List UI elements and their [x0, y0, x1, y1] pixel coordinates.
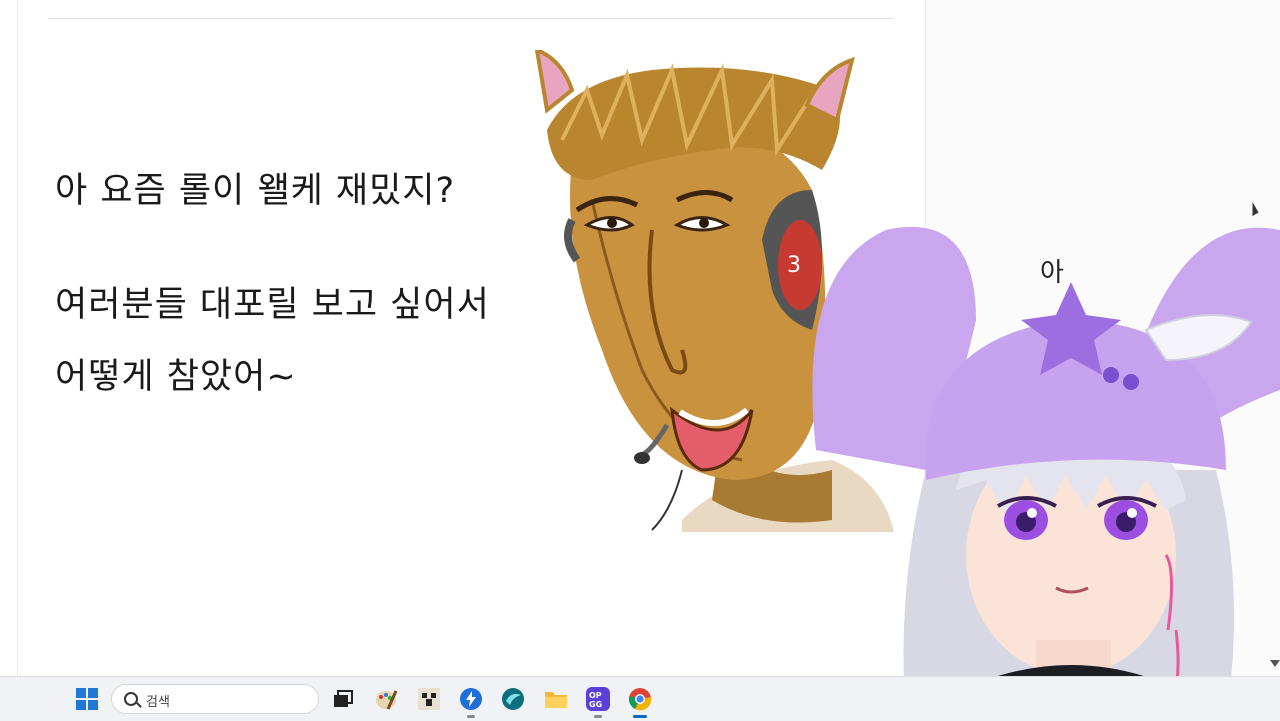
- svg-text:GG: GG: [589, 700, 602, 709]
- taskbar: 검색 OP GG: [0, 676, 1280, 721]
- search-placeholder: 검색: [146, 695, 170, 710]
- file-explorer-icon[interactable]: [541, 684, 571, 714]
- paint-icon[interactable]: [371, 684, 401, 714]
- svg-text:OP: OP: [589, 691, 602, 700]
- taskbar-search-box[interactable]: 검색: [111, 684, 319, 714]
- minecraft-icon[interactable]: [414, 684, 444, 714]
- app-swirl-icon[interactable]: [498, 684, 528, 714]
- search-icon: [124, 692, 138, 706]
- text-line-1: 아 요즘 롤이 왤케 재밌지?: [55, 171, 456, 211]
- page-top-rule: [48, 18, 894, 19]
- text-line-3: 어떻게 참았어~: [55, 357, 297, 397]
- svg-text:3: 3: [787, 253, 801, 278]
- app-blue-bolt-icon[interactable]: [456, 684, 486, 718]
- text-line-2: 여러분들 대포릴 보고 싶어서: [55, 285, 490, 325]
- task-view-icon[interactable]: [328, 684, 358, 714]
- windows-start-icon[interactable]: [72, 684, 102, 714]
- page-margin-line: [17, 0, 18, 676]
- vtuber-avatar: [812, 226, 1280, 720]
- chrome-icon[interactable]: [625, 684, 655, 718]
- opgg-icon[interactable]: OP GG: [583, 684, 613, 718]
